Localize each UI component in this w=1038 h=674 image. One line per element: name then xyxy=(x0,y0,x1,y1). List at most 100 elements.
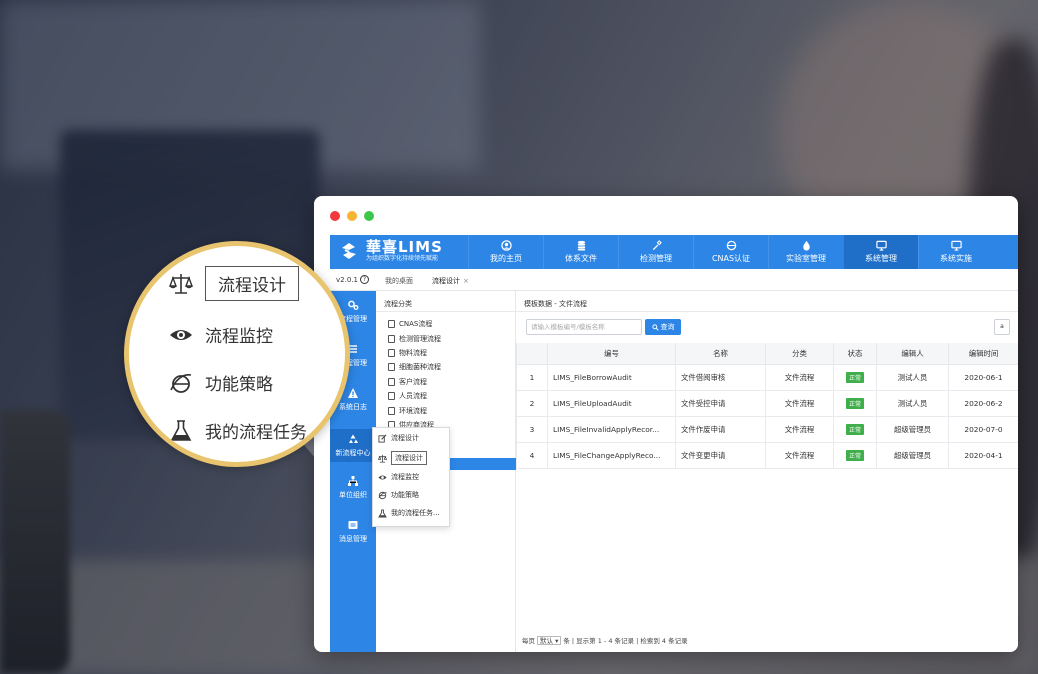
file-icon xyxy=(388,406,395,415)
tree-item[interactable]: CNAS流程 xyxy=(388,317,441,331)
tree-item[interactable]: 环境流程 xyxy=(388,403,441,417)
nav-item-cnas[interactable]: CNAS认证 xyxy=(693,235,768,269)
main-nav: 我的主页 体系文件 检测管理 CNAS认证 实验室管理 系统管理 系统实施 xyxy=(468,235,993,269)
cell-status: 正常 xyxy=(833,389,877,417)
flyout-item-process-monitor[interactable]: 流程监控 xyxy=(378,472,419,482)
toolbar-button[interactable]: a xyxy=(994,319,1010,335)
cell-category: 文件流程 xyxy=(765,363,834,391)
column-header-editor[interactable]: 编辑人 xyxy=(876,343,949,365)
brand-tagline: 为组织数字化持续领先赋能 xyxy=(366,255,439,262)
tree-item-label: 检测管理流程 xyxy=(399,334,441,343)
cell-index: 1 xyxy=(516,363,548,391)
table-row[interactable]: 4 LIMS_FileChangeApplyReco... 文件变更申请 文件流… xyxy=(516,441,1018,469)
divider xyxy=(376,311,516,312)
magnified-item-process-design[interactable]: 流程设计 xyxy=(169,266,299,301)
minimize-window-button[interactable] xyxy=(347,211,357,221)
tree-item[interactable]: 客户流程 xyxy=(388,375,441,389)
brand-name: 華喜LIMS xyxy=(366,238,443,256)
flyout-item-label: 流程监控 xyxy=(391,473,419,481)
tree-item[interactable]: 人员流程 xyxy=(388,389,441,403)
app-window: 華喜LIMS 为组织数字化持续领先赋能 我的主页 体系文件 检测管理 CNAS认… xyxy=(314,196,1018,652)
cell-editor: 超级管理员 xyxy=(876,441,949,469)
tree-item[interactable]: 检测管理流程 xyxy=(388,331,441,345)
cell-code: LIMS_FileInvalidApplyRecor... xyxy=(547,415,676,443)
tree-item[interactable]: 细胞菌种流程 xyxy=(388,360,441,374)
template-table: 编号 名称 分类 状态 编辑人 编辑时间 1 LIMS_FileBorrowAu… xyxy=(516,343,1018,469)
lims-app: 華喜LIMS 为组织数字化持续领先赋能 我的主页 体系文件 检测管理 CNAS认… xyxy=(330,235,1018,652)
nav-item-lab[interactable]: 实验室管理 xyxy=(768,235,843,269)
database-icon xyxy=(577,240,585,251)
breadcrumb: 模板数据 - 文件流程 xyxy=(524,300,587,308)
status-badge: 正常 xyxy=(845,397,864,409)
file-icon xyxy=(388,334,395,343)
close-window-button[interactable] xyxy=(330,211,340,221)
sidebar-item-new-process-center[interactable]: 新流程中心 xyxy=(330,429,376,462)
column-header-edit-time[interactable]: 编辑时间 xyxy=(948,343,1018,365)
page-size-select[interactable]: 默认 ▾ xyxy=(537,635,562,645)
drop-icon xyxy=(802,240,810,251)
nav-item-system-files[interactable]: 体系文件 xyxy=(543,235,618,269)
nav-item-system-management[interactable]: 系统管理 xyxy=(843,235,918,269)
tab-desktop[interactable]: 我的桌面 xyxy=(385,276,413,286)
nav-item-label: CNAS认证 xyxy=(711,254,751,263)
flyout-item-process-design-boxed[interactable]: 流程设计 xyxy=(378,451,427,465)
user-icon xyxy=(500,240,512,251)
tab-bar: v2.0.1 ? 我的桌面 流程设计 × xyxy=(330,269,1018,291)
sidebar-item-label: 消息管理 xyxy=(339,535,367,543)
scale-icon xyxy=(378,454,387,463)
cell-code: LIMS_FileUploadAudit xyxy=(547,389,676,417)
nav-item-testing[interactable]: 检测管理 xyxy=(618,235,693,269)
file-icon xyxy=(388,392,395,401)
column-header-code[interactable]: 编号 xyxy=(547,343,676,365)
table-row[interactable]: 2 LIMS_FileUploadAudit 文件受控申请 文件流程 正常 测试… xyxy=(516,389,1018,417)
background-window-light xyxy=(0,0,480,170)
magnifier-callout: 流程设计 流程监控 功能策略 我的流程任务 xyxy=(124,241,350,467)
column-header-category[interactable]: 分类 xyxy=(765,343,834,365)
submenu-flyout: 流程设计 流程设计 流程监控 功能策略 我的流程任务... xyxy=(372,427,450,527)
table-row[interactable]: 1 LIMS_FileBorrowAudit 文件借阅审核 文件流程 正常 测试… xyxy=(516,363,1018,391)
monitor-icon xyxy=(950,240,962,251)
tree-item-label: 环境流程 xyxy=(399,406,427,415)
cell-category: 文件流程 xyxy=(765,389,834,417)
magnified-item-process-monitor[interactable]: 流程监控 xyxy=(169,322,273,347)
cell-code: LIMS_FileChangeApplyReco... xyxy=(547,441,676,469)
table-row[interactable]: 3 LIMS_FileInvalidApplyRecor... 文件作废申请 文… xyxy=(516,415,1018,443)
flyout-item-label: 我的流程任务... xyxy=(391,509,440,517)
flyout-item-my-tasks[interactable]: 我的流程任务... xyxy=(378,508,440,518)
cell-index: 2 xyxy=(516,389,548,417)
magnified-item-label: 功能策略 xyxy=(205,375,273,395)
magnified-item-label: 流程设计 xyxy=(205,266,299,301)
tab-process-design[interactable]: 流程设计 × xyxy=(432,276,469,286)
message-icon xyxy=(348,521,358,529)
badge-icon xyxy=(726,240,736,251)
page-size-value: 默认 xyxy=(540,636,553,645)
status-badge: 正常 xyxy=(845,449,864,461)
column-header-name[interactable]: 名称 xyxy=(675,343,766,365)
sidebar-item-org[interactable]: 单位组织 xyxy=(330,475,376,500)
category-panel-title: 流程分类 xyxy=(384,300,412,308)
column-header-status[interactable]: 状态 xyxy=(833,343,877,365)
gears-icon xyxy=(348,300,359,310)
maximize-window-button[interactable] xyxy=(364,211,374,221)
file-icon xyxy=(388,320,395,329)
tree-item[interactable]: 物料流程 xyxy=(388,346,441,360)
ie-icon xyxy=(378,491,387,499)
search-input[interactable] xyxy=(526,319,642,335)
ie-icon xyxy=(170,373,192,393)
brand-logo-icon xyxy=(342,243,356,259)
magnified-item-function-policy[interactable]: 功能策略 xyxy=(169,370,273,395)
magnified-item-my-tasks[interactable]: 我的流程任务 xyxy=(169,418,307,443)
nav-item-home[interactable]: 我的主页 xyxy=(468,235,543,269)
flyout-item-process-design[interactable]: 流程设计 xyxy=(378,433,419,443)
search-button[interactable]: 查询 xyxy=(645,319,681,335)
flask-icon xyxy=(378,508,387,518)
help-icon[interactable]: ? xyxy=(359,275,369,284)
cell-index: 3 xyxy=(516,415,548,443)
flyout-item-function-policy[interactable]: 功能策略 xyxy=(378,490,419,500)
brand[interactable]: 華喜LIMS 为组织数字化持续领先赋能 xyxy=(338,239,443,263)
pipette-icon xyxy=(652,240,662,251)
edit-icon xyxy=(378,434,387,443)
close-tab-icon[interactable]: × xyxy=(463,277,469,285)
sidebar-item-messages[interactable]: 消息管理 xyxy=(330,519,376,544)
nav-item-implementation[interactable]: 系统实施 xyxy=(918,235,993,269)
